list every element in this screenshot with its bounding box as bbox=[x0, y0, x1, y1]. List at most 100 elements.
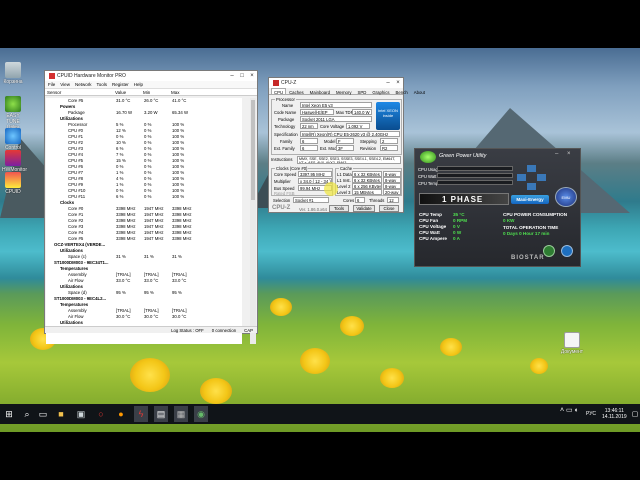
file-explorer-icon[interactable]: ■ bbox=[54, 406, 68, 422]
tab-caches[interactable]: Caches bbox=[286, 88, 307, 95]
firefox-icon[interactable]: ● bbox=[114, 406, 128, 422]
tools-button[interactable]: Tools bbox=[329, 205, 349, 212]
green-power-utility-window[interactable]: Green Power Utility – × CPU Usage CPU Wa… bbox=[414, 148, 581, 267]
value-model: F bbox=[336, 138, 354, 144]
store-icon[interactable]: ▣ bbox=[74, 406, 88, 422]
label-name: Name bbox=[282, 103, 294, 108]
stat-label-cpu-temp: CPU Temp bbox=[419, 212, 442, 217]
sensor-tree[interactable]: Core #5 31.0 °C 26.0 °C 41.0 °C Powers Packag… bbox=[46, 98, 242, 344]
down-arrow-icon[interactable] bbox=[527, 183, 536, 190]
sensor-min: 31 % bbox=[144, 254, 154, 259]
tab-cpu[interactable]: CPU bbox=[271, 88, 287, 95]
cpuz-titlebar[interactable]: CPU-Z – × bbox=[269, 78, 403, 88]
tab-memory[interactable]: Memory bbox=[333, 88, 355, 95]
up-arrow-icon[interactable] bbox=[527, 165, 536, 172]
label-l1-inst: L1 Inst. bbox=[337, 178, 351, 183]
menu-file[interactable]: File bbox=[48, 82, 55, 87]
search-icon[interactable]: ⌕ bbox=[20, 406, 34, 422]
minimize-button[interactable]: – bbox=[555, 151, 558, 157]
wallpaper-flower bbox=[200, 378, 232, 404]
close-button[interactable]: × bbox=[567, 151, 571, 157]
start-icon[interactable]: ⊞ bbox=[2, 406, 16, 422]
power-icon[interactable]: ϟ bbox=[134, 406, 148, 422]
scrollbar-thumb[interactable] bbox=[251, 100, 255, 200]
hwmonitor-window[interactable]: CPUID Hardware Monitor PRO – □ × File Vi… bbox=[44, 70, 258, 344]
group-legend: Cache bbox=[339, 166, 354, 171]
label-selection: Selection bbox=[273, 198, 291, 203]
close-button[interactable]: × bbox=[247, 71, 257, 81]
stat-label-cpu-voltage: CPU Voltage bbox=[419, 224, 447, 229]
label-cores: Cores bbox=[343, 198, 355, 203]
status-log: Log Status : OFF bbox=[171, 327, 204, 333]
wallpaper-flower bbox=[440, 338, 462, 356]
right-arrow-icon[interactable] bbox=[537, 174, 546, 181]
label-code-name: Code Name bbox=[274, 110, 297, 115]
wallpaper-flower bbox=[300, 348, 330, 374]
menu-help[interactable]: Help bbox=[134, 82, 143, 87]
column-header-value[interactable]: Value bbox=[113, 90, 141, 95]
sensor-max: 95 % bbox=[172, 290, 182, 295]
sensor-min: 26.0 °C bbox=[144, 98, 159, 103]
group-legend: Processor bbox=[275, 97, 296, 102]
left-arrow-icon[interactable] bbox=[517, 174, 526, 181]
desktop-icon-hwmon[interactable]: HWMonitor bbox=[2, 150, 27, 173]
gpu-icon[interactable]: ◉ bbox=[194, 406, 208, 422]
sensor-max: 31 % bbox=[172, 254, 182, 259]
tab-graphics[interactable]: Graphics bbox=[369, 88, 392, 95]
opera-icon[interactable]: ○ bbox=[94, 406, 108, 422]
intel-badge-text: intel XEON inside bbox=[378, 108, 398, 118]
value-family: 6 bbox=[300, 138, 318, 144]
desktop-file[interactable]: Документ bbox=[560, 332, 584, 355]
column-header-sensor[interactable]: Sensor bbox=[45, 90, 113, 95]
notifications-icon[interactable]: ▢ bbox=[628, 406, 640, 422]
menu-network[interactable]: Network bbox=[75, 82, 92, 87]
minimize-button[interactable]: – bbox=[383, 78, 393, 88]
window-title: Green Power Utility bbox=[439, 153, 487, 159]
control-panel-icon bbox=[5, 128, 21, 144]
menu-view[interactable]: View bbox=[60, 82, 70, 87]
maximize-button[interactable]: □ bbox=[237, 71, 247, 81]
stat-label-operation-time: TOTAL OPERATION TIME bbox=[503, 225, 559, 230]
value-ext-model: 3F bbox=[336, 145, 354, 151]
close-button[interactable]: Close bbox=[379, 205, 399, 212]
desktop-icon-recycle[interactable]: Корзина bbox=[2, 62, 24, 85]
minimize-button[interactable]: – bbox=[227, 71, 237, 81]
sensor-value: 31.0 °C bbox=[116, 98, 131, 103]
value-name: Intel Xeon E5 v3 bbox=[300, 102, 372, 108]
power-save-button[interactable] bbox=[543, 245, 555, 257]
tab-mainboard[interactable]: Mainboard bbox=[307, 88, 333, 95]
label-package: Package bbox=[278, 117, 295, 122]
label-technology: Technology bbox=[274, 124, 296, 129]
desktop-icon-cpuz[interactable]: CPUID bbox=[2, 172, 24, 195]
language-indicator[interactable]: РУС bbox=[586, 411, 596, 417]
selection-row: Selection Socket #1 Cores 6 Threads 12 bbox=[271, 197, 402, 204]
tab-bench[interactable]: Bench bbox=[393, 88, 411, 95]
document-icon bbox=[564, 332, 580, 348]
socket-select[interactable]: Socket #1 bbox=[293, 197, 329, 203]
hwmonitor-icon[interactable]: ▤ bbox=[154, 406, 168, 422]
mode-maxi-energy-button[interactable]: Maxi-Energy bbox=[511, 195, 549, 204]
tray-icons[interactable]: ˄ ▭ ◐ bbox=[560, 407, 579, 414]
stat-value-cpu-watt: 0 W bbox=[453, 230, 462, 235]
settings-button[interactable] bbox=[561, 245, 573, 257]
label-model: Model bbox=[324, 139, 336, 144]
tab-spd[interactable]: SPD bbox=[355, 88, 370, 95]
column-header-max[interactable]: Max bbox=[169, 90, 197, 95]
control-pad[interactable] bbox=[517, 165, 547, 191]
label-l1-data: L1 Data bbox=[337, 172, 352, 177]
emu-button[interactable]: EMU bbox=[555, 187, 577, 207]
desktop-icon-easy-tune[interactable]: EASY TUNE Utility bbox=[2, 96, 24, 131]
task-view-icon[interactable]: ▭ bbox=[36, 406, 50, 422]
menu-register[interactable]: Register bbox=[112, 82, 129, 87]
column-header-min[interactable]: Min bbox=[141, 90, 169, 95]
cpuz-icon[interactable]: ▦ bbox=[174, 406, 188, 422]
hwmonitor-titlebar[interactable]: CPUID Hardware Monitor PRO – □ × bbox=[45, 71, 257, 81]
tab-about[interactable]: About bbox=[411, 88, 428, 95]
menu-tools[interactable]: Tools bbox=[96, 82, 107, 87]
clock[interactable]: 13:46:11 14.11.2019 bbox=[602, 408, 627, 420]
close-button[interactable]: × bbox=[393, 78, 403, 88]
window-title: CPUID Hardware Monitor PRO bbox=[57, 73, 126, 79]
scrollbar[interactable] bbox=[250, 98, 256, 344]
value-core-speed: 3397.95 MHz bbox=[298, 171, 332, 177]
validate-button[interactable]: Validate bbox=[353, 205, 375, 212]
